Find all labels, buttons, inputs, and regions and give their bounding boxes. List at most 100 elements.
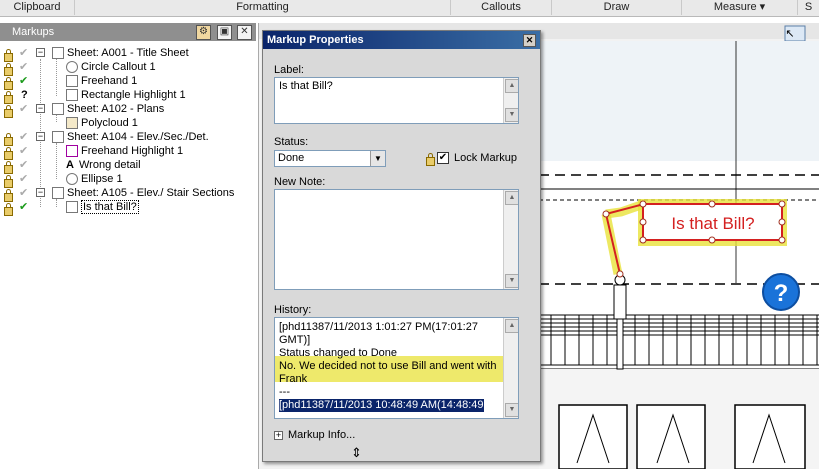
label-field[interactable]: Is that Bill? ▲ ▼ bbox=[274, 77, 519, 124]
history-field[interactable]: [phd11387/11/2013 1:01:27 PM(17:01:27 GM… bbox=[274, 317, 519, 419]
scroll-up-icon[interactable]: ▲ bbox=[505, 319, 518, 333]
tree-item-ellipse[interactable]: Ellipse 1 bbox=[66, 172, 123, 186]
status-dropdown-value: Done bbox=[278, 152, 305, 164]
tree-guide-line bbox=[56, 143, 57, 179]
markup-info-toggle[interactable]: Markup Info... bbox=[288, 429, 355, 441]
status-check-green-icon[interactable]: ✔ bbox=[19, 74, 28, 88]
tree-guide-line bbox=[56, 199, 57, 207]
highlighter-icon bbox=[66, 145, 78, 158]
expand-icon[interactable]: + bbox=[274, 431, 283, 440]
lock-icon[interactable] bbox=[4, 105, 13, 118]
lock-icon[interactable] bbox=[4, 175, 13, 188]
scroll-down-icon[interactable]: ▼ bbox=[505, 108, 518, 122]
ribbon-tab-clipboard[interactable]: Clipboard bbox=[0, 0, 75, 15]
tree-item-freehand[interactable]: Freehand 1 bbox=[66, 74, 137, 88]
rectangle-highlight-icon bbox=[66, 89, 78, 102]
tree-item-circle-callout[interactable]: Circle Callout 1 bbox=[66, 60, 156, 74]
tree-item-polycloud[interactable]: Polycloud 1 bbox=[66, 116, 138, 130]
tree-item-is-that-bill[interactable]: Is that Bill? bbox=[66, 200, 139, 214]
status-caption: Status: bbox=[274, 136, 309, 148]
dialog-close-icon[interactable]: ✕ bbox=[523, 34, 536, 47]
lock-icon[interactable] bbox=[4, 133, 13, 146]
panel-close-icon[interactable]: ✕ bbox=[237, 25, 252, 40]
tree-item-sheet-a105[interactable]: Sheet: A105 - Elev./ Stair Sections bbox=[52, 186, 234, 200]
tree-item-sheet-a001[interactable]: Sheet: A001 - Title Sheet bbox=[52, 46, 189, 60]
lock-icon[interactable] bbox=[4, 49, 13, 62]
ribbon-tab-s[interactable]: S bbox=[798, 0, 819, 15]
status-dropdown[interactable]: Done ▼ bbox=[274, 150, 386, 167]
status-check-icon[interactable]: ✔ bbox=[19, 130, 28, 144]
status-check-icon[interactable]: ✔ bbox=[19, 102, 28, 116]
ribbon-tab-callouts[interactable]: Callouts bbox=[451, 0, 552, 15]
lock-markup-label: Lock Markup bbox=[454, 152, 517, 164]
sky-area bbox=[539, 41, 819, 161]
circle-callout-icon bbox=[66, 61, 78, 74]
folder-icon bbox=[66, 117, 78, 130]
status-check-icon[interactable]: ✔ bbox=[19, 186, 28, 200]
lock-icon[interactable] bbox=[4, 147, 13, 160]
ribbon-tab-draw[interactable]: Draw bbox=[552, 0, 682, 15]
new-note-caption: New Note: bbox=[274, 176, 326, 188]
label-field-value: Is that Bill? bbox=[279, 80, 333, 92]
lock-icon[interactable] bbox=[4, 91, 13, 104]
text-icon: A bbox=[66, 160, 76, 171]
status-question-icon[interactable]: ? bbox=[21, 88, 28, 102]
chevron-down-icon[interactable]: ▼ bbox=[370, 151, 385, 166]
dialog-title-bar[interactable]: Markup Properties ✕ bbox=[263, 31, 540, 49]
markup-properties-dialog: Markup Properties ✕ Label: Is that Bill?… bbox=[262, 30, 541, 462]
history-line-selected: [phd11387/11/2013 10:48:49 AM(14:48:49 bbox=[279, 399, 484, 412]
lock-markup-checkbox[interactable]: ✔ bbox=[437, 152, 449, 164]
collapse-icon[interactable]: − bbox=[36, 132, 45, 141]
history-caption: History: bbox=[274, 304, 312, 316]
sheet-icon bbox=[52, 187, 64, 200]
question-marker-text: ? bbox=[774, 280, 789, 307]
resize-cursor-icon: ⇕ bbox=[351, 445, 362, 460]
scroll-up-icon[interactable]: ▲ bbox=[505, 191, 518, 205]
markups-panel: Markups ⚙ ▣ ✕ ✔ − Sheet: A001 - Title Sh… bbox=[0, 23, 259, 469]
collapse-icon[interactable]: − bbox=[36, 48, 45, 57]
tree-item-sheet-a102[interactable]: Sheet: A102 - Plans bbox=[52, 102, 164, 116]
status-check-green-icon[interactable]: ✔ bbox=[19, 200, 28, 214]
scroll-down-icon[interactable]: ▼ bbox=[505, 403, 518, 417]
status-check-icon[interactable]: ✔ bbox=[19, 60, 28, 74]
scroll-down-icon[interactable]: ▼ bbox=[505, 274, 518, 288]
ribbon-tab-formatting[interactable]: Formatting bbox=[75, 0, 451, 15]
ribbon-bar: Clipboard Formatting Callouts Draw Measu… bbox=[0, 0, 819, 17]
tree-item-sheet-a104[interactable]: Sheet: A104 - Elev./Sec./Det. bbox=[52, 130, 209, 144]
status-check-icon[interactable]: ✔ bbox=[19, 158, 28, 172]
status-check-icon[interactable]: ✔ bbox=[19, 46, 28, 60]
markup-settings-icon[interactable]: ⚙ bbox=[196, 25, 211, 40]
status-check-icon[interactable]: ✔ bbox=[19, 144, 28, 158]
ribbon-tab-measure[interactable]: Measure ▾ bbox=[682, 0, 798, 15]
sheet-icon bbox=[52, 131, 64, 144]
tree-item-wrong-detail[interactable]: A Wrong detail bbox=[66, 158, 141, 172]
history-line: GMT)] bbox=[279, 334, 311, 346]
history-line: [phd11387/11/2013 1:01:27 PM(17:01:27 bbox=[279, 321, 478, 333]
tree-item-freehand-highlight[interactable]: Freehand Highlight 1 bbox=[66, 144, 183, 158]
callout-text: Is that Bill? bbox=[671, 214, 754, 233]
tree-item-rectangle-highlight[interactable]: Rectangle Highlight 1 bbox=[66, 88, 186, 102]
lock-icon[interactable] bbox=[4, 77, 13, 90]
lock-icon[interactable] bbox=[4, 63, 13, 76]
arrow-cursor-icon: ↖ bbox=[785, 27, 794, 40]
sheet-icon bbox=[52, 103, 64, 116]
label-scrollbar[interactable]: ▲ ▼ bbox=[503, 78, 518, 123]
dialog-title: Markup Properties bbox=[267, 34, 364, 46]
markups-panel-header: Markups ⚙ ▣ ✕ bbox=[0, 23, 256, 41]
new-note-field[interactable]: ▲ ▼ bbox=[274, 189, 519, 290]
lock-icon[interactable] bbox=[4, 189, 13, 202]
callout-icon bbox=[66, 201, 78, 214]
sheet-icon bbox=[52, 47, 64, 60]
lock-icon[interactable] bbox=[4, 161, 13, 174]
scroll-up-icon[interactable]: ▲ bbox=[505, 79, 518, 93]
new-note-scrollbar[interactable]: ▲ ▼ bbox=[503, 190, 518, 289]
lock-icon bbox=[426, 153, 435, 166]
status-check-icon[interactable]: ✔ bbox=[19, 172, 28, 186]
collapse-icon[interactable]: − bbox=[36, 188, 45, 197]
collapse-icon[interactable]: − bbox=[36, 104, 45, 113]
markup-window-icon[interactable]: ▣ bbox=[217, 25, 232, 40]
history-scrollbar[interactable]: ▲ ▼ bbox=[503, 318, 518, 418]
history-line: Status changed to Done bbox=[279, 347, 398, 359]
history-line: Frank bbox=[279, 373, 308, 385]
lock-icon[interactable] bbox=[4, 203, 13, 216]
